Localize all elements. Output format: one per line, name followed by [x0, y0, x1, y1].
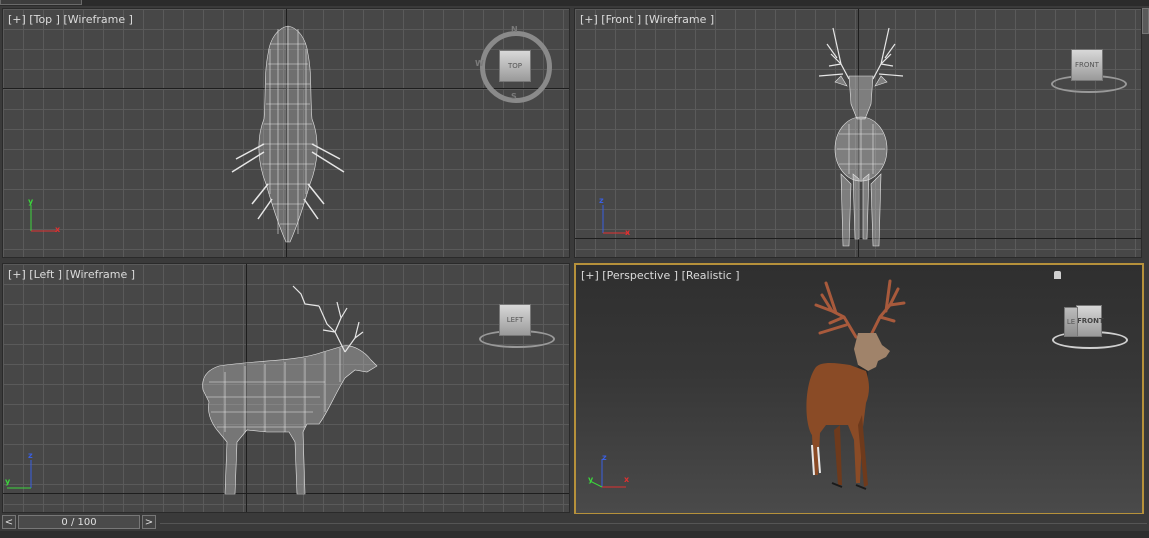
home-icon[interactable]	[1054, 271, 1061, 279]
axis-label-x-front: x	[625, 228, 631, 237]
compass-north: N	[511, 25, 518, 34]
viewcube-perspective[interactable]: FRONT	[1076, 305, 1104, 337]
top-tab[interactable]	[0, 0, 82, 5]
viewport-left[interactable]: [+] [Left ] [Wireframe ] LEFT z y	[2, 263, 570, 513]
axis-gizmo-front	[602, 205, 629, 234]
axis-label-x-top: x	[55, 225, 61, 234]
axis-label-y-persp: y	[588, 475, 594, 484]
axis-gizmo-perspective	[589, 459, 626, 488]
axis-label-z-left: z	[28, 451, 33, 460]
side-scroll-handle[interactable]	[1142, 8, 1149, 34]
compass-west: W	[475, 59, 484, 68]
viewport-perspective[interactable]: [+] [Perspective ] [Realistic ] FRONT LE…	[574, 263, 1144, 515]
axis-label-y-left: y	[5, 477, 11, 486]
next-frame-button[interactable]: >	[142, 515, 156, 529]
viewport-front[interactable]: [+] [Front ] [Wireframe ] FRONT z x	[574, 8, 1142, 258]
viewport-front-label[interactable]: [+] [Front ] [Wireframe ]	[580, 13, 714, 26]
viewport-perspective-label[interactable]: [+] [Perspective ] [Realistic ]	[581, 269, 740, 282]
timeline-track[interactable]	[160, 523, 1147, 524]
axis-gizmo-left	[7, 460, 32, 489]
compass-south: S	[511, 92, 517, 101]
bottom-strip	[0, 531, 1149, 538]
top-strip	[0, 0, 1149, 6]
deer-wireframe-left	[202, 285, 378, 495]
viewcube-top[interactable]: TOP	[499, 50, 531, 82]
axis-label-x-persp: x	[624, 475, 630, 484]
axis-label-z-persp: z	[602, 453, 607, 462]
viewport-top-label[interactable]: [+] [Top ] [Wireframe ]	[8, 13, 133, 26]
viewcube-front[interactable]: FRONT	[1071, 49, 1103, 81]
prev-frame-button[interactable]: <	[2, 515, 16, 529]
viewcube-left[interactable]: LEFT	[499, 304, 531, 336]
axis-label-y-top: y	[28, 197, 34, 206]
deer-wireframe-top	[231, 25, 345, 243]
time-slider[interactable]: 0 / 100	[18, 515, 140, 529]
deer-model-realistic	[806, 279, 906, 490]
viewport-top[interactable]: [+] [Top ] [Wireframe ] TOP N S W y x	[2, 8, 570, 258]
deer-wireframe-front	[818, 27, 904, 247]
viewcube-side-face[interactable]: LE	[1064, 307, 1078, 337]
viewport-left-label[interactable]: [+] [Left ] [Wireframe ]	[8, 268, 135, 281]
axis-label-z-front: z	[599, 196, 604, 205]
